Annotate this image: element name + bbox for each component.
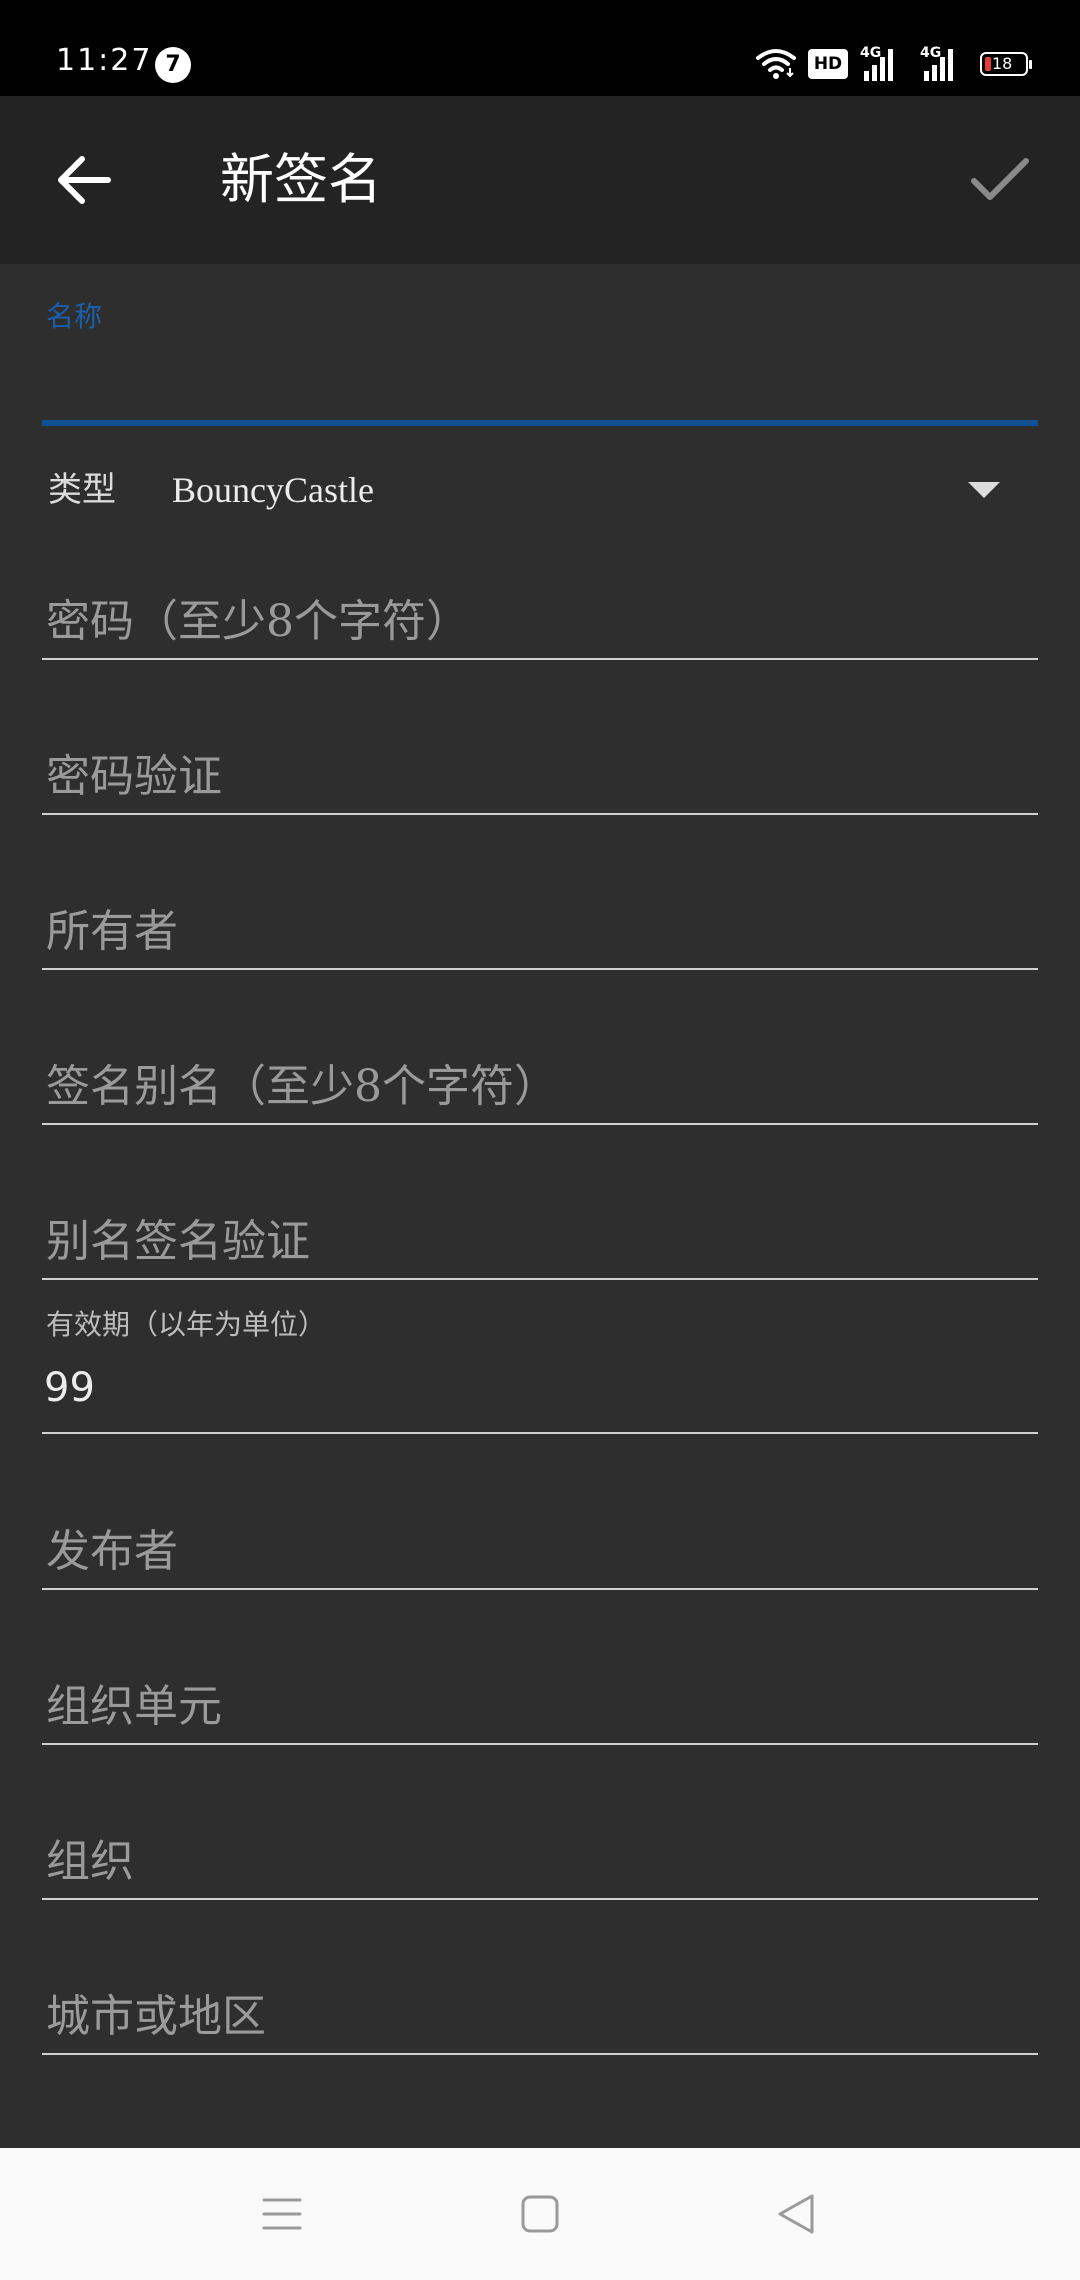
type-value: BouncyCastle xyxy=(172,470,374,510)
signal-icon-2: 4G xyxy=(920,45,968,81)
status-bar: 11:27 7 HD 4G 4G 18 xyxy=(0,0,1080,96)
arrow-left-icon xyxy=(58,156,111,204)
password-confirm-field[interactable]: 密码验证 xyxy=(42,749,1038,819)
owner-underline xyxy=(42,968,1038,970)
alias-confirm-placeholder: 别名签名验证 xyxy=(46,1216,310,1267)
issuer-underline xyxy=(42,1588,1038,1590)
recent-apps-button[interactable] xyxy=(242,2174,322,2254)
validity-label: 有效期（以年为单位） xyxy=(46,1308,327,1341)
validity-value: 99 xyxy=(44,1365,95,1411)
organization-underline xyxy=(42,1898,1038,1900)
type-selector[interactable]: 类型 BouncyCastle xyxy=(48,460,1000,524)
battery-level: 18 xyxy=(992,54,1013,73)
city-underline xyxy=(42,2053,1038,2055)
notification-badge: 7 xyxy=(155,47,191,83)
check-icon xyxy=(971,158,1029,200)
organization-field[interactable]: 组织 xyxy=(42,1834,1038,1904)
status-time: 11:27 xyxy=(56,43,153,78)
alias-confirm-underline xyxy=(42,1278,1038,1280)
confirm-button[interactable] xyxy=(960,140,1040,220)
type-label: 类型 xyxy=(48,470,116,510)
home-square-icon xyxy=(521,2195,559,2233)
menu-icon xyxy=(262,2198,302,2230)
org-unit-underline xyxy=(42,1743,1038,1745)
org-unit-field[interactable]: 组织单元 xyxy=(42,1679,1038,1749)
system-nav-bar xyxy=(0,2148,1080,2280)
page-title: 新签名 xyxy=(220,148,382,211)
city-placeholder: 城市或地区 xyxy=(46,1991,266,2042)
password-confirm-underline xyxy=(42,813,1038,815)
password-confirm-placeholder: 密码验证 xyxy=(46,751,222,802)
issuer-placeholder: 发布者 xyxy=(46,1526,178,1577)
alias-underline xyxy=(42,1123,1038,1125)
network-type-1: 4G xyxy=(860,45,882,61)
network-type-2: 4G xyxy=(920,45,942,61)
app-bar: 新签名 xyxy=(0,96,1080,264)
wifi-icon xyxy=(756,49,796,79)
signal-icon-1: 4G xyxy=(860,45,908,81)
home-button[interactable] xyxy=(500,2174,580,2254)
validity-underline xyxy=(42,1432,1038,1434)
back-triangle-icon xyxy=(778,2194,814,2234)
password-underline xyxy=(42,658,1038,660)
alias-placeholder: 签名别名（至少8个字符） xyxy=(46,1061,558,1112)
name-label: 名称 xyxy=(46,300,103,333)
back-button[interactable] xyxy=(44,140,124,220)
owner-field[interactable]: 所有者 xyxy=(42,904,1038,974)
validity-field[interactable]: 有效期（以年为单位） 99 xyxy=(42,1308,1038,1438)
issuer-field[interactable]: 发布者 xyxy=(42,1524,1038,1594)
nav-back-button[interactable] xyxy=(756,2174,836,2254)
hd-voice-icon: HD xyxy=(808,49,848,79)
name-underline xyxy=(42,420,1038,426)
alias-field[interactable]: 签名别名（至少8个字符） xyxy=(42,1059,1038,1129)
name-field[interactable]: 名称 xyxy=(42,300,1038,430)
alias-confirm-field[interactable]: 别名签名验证 xyxy=(42,1214,1038,1284)
owner-placeholder: 所有者 xyxy=(46,906,178,957)
password-field[interactable]: 密码（至少8个字符） xyxy=(42,594,1038,664)
city-field[interactable]: 城市或地区 xyxy=(42,1989,1038,2059)
org-unit-placeholder: 组织单元 xyxy=(46,1681,222,1732)
organization-placeholder: 组织 xyxy=(46,1836,134,1887)
status-icons: HD 4G 4G 18 xyxy=(756,44,1032,84)
chevron-down-icon xyxy=(968,482,1000,498)
battery-icon: 18 xyxy=(980,52,1032,76)
password-placeholder: 密码（至少8个字符） xyxy=(46,596,470,647)
screen: 11:27 7 HD 4G 4G 18 新签名 名称 类型 BouncyCast… xyxy=(0,0,1080,2280)
